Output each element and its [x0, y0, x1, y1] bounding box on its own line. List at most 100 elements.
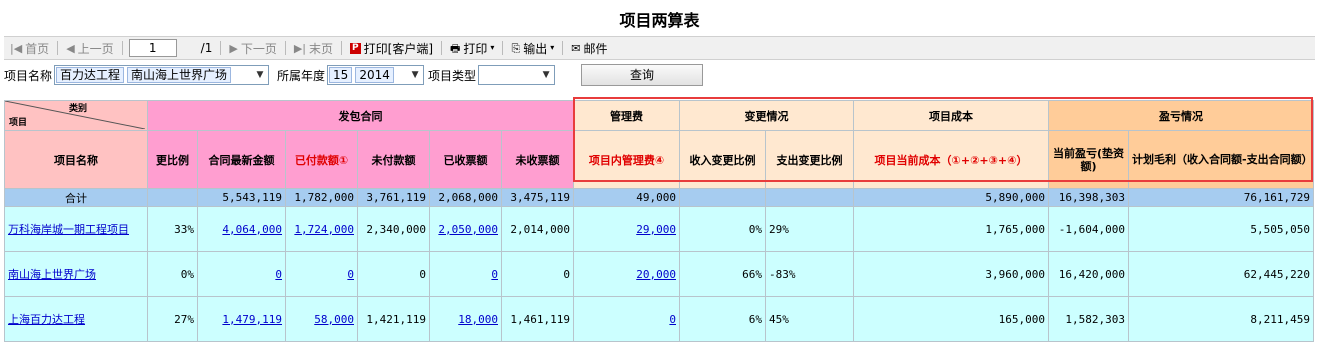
chevron-down-icon[interactable]: ▼ — [253, 67, 267, 83]
cell-inner-mgmt[interactable]: 0 — [573, 296, 680, 342]
printer-icon: 🖶 — [450, 41, 461, 55]
col-contract-amount: 合同最新金额 — [197, 130, 286, 189]
cell-unpaid: 2,340,000 — [357, 206, 430, 252]
cell-invoiced[interactable]: 2,050,000 — [429, 206, 502, 252]
next-page-button[interactable]: ▶ 下一页 — [223, 40, 282, 57]
table-row: 上海百力达工程 27% 1,479,119 58,000 1,421,119 1… — [4, 296, 1314, 342]
row-project-link[interactable]: 上海百力达工程 — [4, 296, 148, 342]
cell-planned-margin: 8,211,459 — [1128, 296, 1314, 342]
group-cost: 项目成本 — [853, 100, 1049, 131]
project-name-select[interactable]: 百力达工程 南山海上世界广场 ▼ — [54, 65, 270, 85]
mail-button[interactable]: ✉ 邮件 — [565, 40, 613, 57]
cell-contract-amount-link[interactable]: 0 — [275, 268, 282, 281]
query-button[interactable]: 查询 — [581, 64, 704, 86]
total-income-change — [679, 188, 766, 207]
total-unpaid: 3,761,119 — [357, 188, 430, 207]
cell-inner-mgmt[interactable]: 29,000 — [573, 206, 680, 252]
cell-current-pl: -1,604,000 — [1048, 206, 1129, 252]
first-page-button[interactable]: |◀ 首页 — [4, 40, 55, 57]
cell-invoiced[interactable]: 0 — [429, 251, 502, 297]
col-income-change: 收入变更比例 — [679, 130, 766, 189]
last-page-button[interactable]: ▶| 末页 — [288, 40, 339, 57]
last-page-label: 末页 — [309, 41, 334, 56]
chevron-down-icon[interactable]: ▼ — [408, 67, 422, 83]
print-client-button[interactable]: P 打印[客户端] — [344, 40, 439, 57]
total-uninvoiced: 3,475,119 — [501, 188, 574, 207]
project-name-tag: 百力达工程 — [56, 67, 125, 83]
cell-invoiced-link[interactable]: 18,000 — [458, 313, 498, 326]
total-current-pl: 16,398,303 — [1048, 188, 1129, 207]
total-current-cost: 5,890,000 — [853, 188, 1049, 207]
chevron-down-icon[interactable]: ▼ — [539, 67, 553, 83]
total-planned-margin: 76,161,729 — [1128, 188, 1314, 207]
col-uninvoiced: 未收票额 — [501, 130, 574, 189]
mail-icon: ✉ — [571, 41, 581, 55]
cell-paid-link[interactable]: 58,000 — [314, 313, 354, 326]
cell-income-change: 66% — [679, 251, 766, 297]
corner-header: 类别 项目 — [4, 100, 148, 131]
cell-current-pl: 1,582,303 — [1048, 296, 1129, 342]
cell-invoiced[interactable]: 18,000 — [429, 296, 502, 342]
total-row: 合计 5,543,119 1,782,000 3,761,119 2,068,0… — [4, 188, 1314, 207]
cell-planned-margin: 5,505,050 — [1128, 206, 1314, 252]
cell-paid[interactable]: 1,724,000 — [285, 206, 358, 252]
cell-uninvoiced: 2,014,000 — [501, 206, 574, 252]
row-project-link[interactable]: 万科海岸城一期工程项目 — [4, 206, 148, 252]
prev-page-label: 上一页 — [77, 41, 114, 56]
cell-current-pl: 16,420,000 — [1048, 251, 1129, 297]
year-select[interactable]: 15 2014 ▼ — [327, 65, 425, 85]
print-button[interactable]: 🖶 打印 ▾ — [444, 40, 500, 57]
cell-unpaid: 1,421,119 — [357, 296, 430, 342]
toolbar-divider — [441, 41, 443, 55]
cell-contract-amount[interactable]: 0 — [197, 251, 286, 297]
cell-inner-mgmt-link[interactable]: 0 — [669, 313, 676, 326]
cell-income-change: 6% — [679, 296, 766, 342]
total-label: 合计 — [4, 188, 148, 207]
col-invoiced: 已收票额 — [429, 130, 502, 189]
cell-paid[interactable]: 58,000 — [285, 296, 358, 342]
cell-current-cost: 3,960,000 — [853, 251, 1049, 297]
row-project-link[interactable]: 南山海上世界广场 — [4, 251, 148, 297]
group-profit: 盈亏情况 — [1048, 100, 1314, 131]
cell-inner-mgmt[interactable]: 20,000 — [573, 251, 680, 297]
print-label: 打印 — [463, 41, 488, 56]
corner-bottom-label: 项目 — [9, 118, 28, 128]
cell-paid-link[interactable]: 1,724,000 — [294, 223, 354, 236]
group-mgmt: 管理费 — [573, 100, 680, 131]
cell-contract-amount[interactable]: 1,479,119 — [197, 296, 286, 342]
project-link-text[interactable]: 万科海岸城一期工程项目 — [8, 223, 129, 236]
page-title: 项目两算表 — [619, 11, 700, 30]
report-table: 类别 项目 发包合同 管理费 变更情况 项目成本 盈亏情况 项目名称 更比例 合… — [4, 100, 1314, 342]
cell-contract-amount[interactable]: 4,064,000 — [197, 206, 286, 252]
cell-contract-amount-link[interactable]: 1,479,119 — [222, 313, 282, 326]
cell-expense-change: 45% — [765, 296, 854, 342]
prev-page-button[interactable]: ◀ 上一页 — [60, 40, 119, 57]
filter-bar: 项目名称 百力达工程 南山海上世界广场 ▼ 所属年度 15 2014 ▼ 项目类… — [4, 64, 704, 86]
cell-paid[interactable]: 0 — [285, 251, 358, 297]
project-link-text[interactable]: 南山海上世界广场 — [8, 268, 96, 281]
cell-change-ratio: 0% — [147, 251, 198, 297]
cell-paid-link[interactable]: 0 — [347, 268, 354, 281]
toolbar-divider — [341, 41, 343, 55]
toolbar-divider — [121, 41, 123, 55]
export-label: 输出 — [523, 41, 548, 56]
cell-invoiced-link[interactable]: 0 — [491, 268, 498, 281]
page-total: /1 — [200, 41, 213, 55]
next-page-label: 下一页 — [240, 41, 277, 56]
type-select[interactable]: ▼ — [478, 65, 556, 85]
year-tag: 15 — [329, 67, 353, 83]
cell-contract-amount-link[interactable]: 4,064,000 — [222, 223, 282, 236]
page-number-input[interactable]: 1 — [128, 39, 177, 57]
col-unpaid: 未付款额 — [357, 130, 430, 189]
col-expense-change: 支出变更比例 — [765, 130, 854, 189]
project-link-text[interactable]: 上海百力达工程 — [8, 313, 85, 326]
cell-expense-change: 29% — [765, 206, 854, 252]
cell-inner-mgmt-link[interactable]: 20,000 — [636, 268, 676, 281]
col-current-pl: 当前盈亏(垫资额) — [1048, 130, 1129, 189]
cell-inner-mgmt-link[interactable]: 29,000 — [636, 223, 676, 236]
export-button[interactable]: ⎘ 输出 ▾ — [505, 40, 560, 57]
first-page-label: 首页 — [25, 41, 50, 56]
cell-invoiced-link[interactable]: 2,050,000 — [438, 223, 498, 236]
type-label: 项目类型 — [428, 68, 477, 83]
corner-top-label: 类别 — [68, 104, 87, 114]
